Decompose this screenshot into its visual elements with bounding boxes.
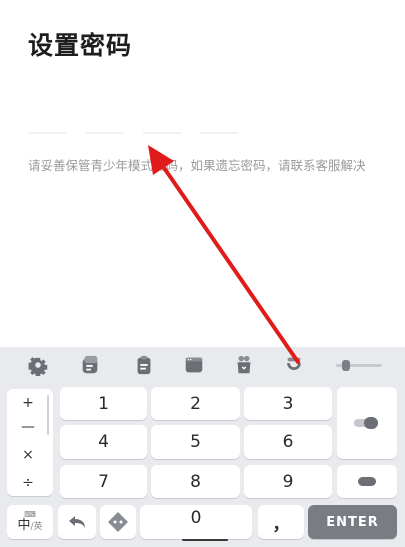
keyboard-toolbar bbox=[0, 347, 405, 383]
enter-key[interactable]: ENTER bbox=[308, 505, 397, 539]
multiply-key[interactable]: × bbox=[7, 447, 49, 463]
bag-icon[interactable] bbox=[232, 353, 256, 377]
symbol-column: + — × ÷ bbox=[7, 389, 53, 496]
arrow-shaft bbox=[158, 160, 300, 364]
space-key-right[interactable] bbox=[337, 465, 397, 498]
comma-key[interactable]: ， bbox=[258, 505, 304, 539]
clipboard-icon[interactable] bbox=[132, 353, 156, 377]
keyboard-layout-icon[interactable] bbox=[182, 353, 206, 377]
key-9[interactable]: 9 bbox=[244, 465, 332, 498]
emoji-key[interactable] bbox=[100, 505, 136, 539]
page-title: 设置密码 bbox=[28, 31, 133, 60]
pin-slot-1[interactable] bbox=[28, 132, 66, 134]
space-indicator bbox=[182, 539, 228, 541]
key-1[interactable]: 1 bbox=[60, 387, 147, 420]
undo-key[interactable] bbox=[58, 505, 96, 539]
key-4[interactable]: 4 bbox=[60, 425, 147, 459]
key-7[interactable]: 7 bbox=[60, 465, 147, 498]
minus-key[interactable]: — bbox=[7, 419, 49, 435]
pin-slot-4[interactable] bbox=[200, 132, 238, 134]
emoji-icon bbox=[108, 512, 128, 532]
lang-alt-label: 英 bbox=[33, 521, 43, 532]
settings-gear-icon[interactable] bbox=[26, 353, 50, 377]
sticker-icon[interactable] bbox=[78, 353, 102, 377]
pin-slot-3[interactable] bbox=[143, 132, 181, 134]
numeric-keyboard: + — × ÷ 1 2 3 4 5 6 7 8 9 ⌨ 中/英 0 ， ENTE… bbox=[0, 347, 405, 547]
key-3[interactable]: 3 bbox=[244, 387, 332, 420]
space-icon bbox=[358, 477, 376, 486]
swipe-icon[interactable] bbox=[282, 353, 306, 377]
keyboard-slider-knob[interactable] bbox=[342, 360, 350, 371]
delete-key[interactable] bbox=[337, 387, 397, 459]
password-hint: 请妥善保管青少年模式密码，如果遗忘密码，请联系客服解决 bbox=[28, 158, 366, 173]
undo-icon bbox=[69, 516, 85, 528]
language-switch-key[interactable]: ⌨ 中/英 bbox=[7, 505, 53, 539]
plus-key[interactable]: + bbox=[7, 395, 49, 411]
key-8[interactable]: 8 bbox=[151, 465, 240, 498]
lang-main-label: 中 bbox=[17, 517, 31, 533]
key-6[interactable]: 6 bbox=[244, 425, 332, 459]
key-5[interactable]: 5 bbox=[151, 425, 240, 459]
pin-input[interactable] bbox=[28, 132, 243, 136]
zero-key[interactable]: 0 bbox=[140, 505, 252, 539]
key-2[interactable]: 2 bbox=[151, 387, 240, 420]
delete-icon bbox=[354, 417, 380, 429]
pin-slot-2[interactable] bbox=[86, 132, 124, 134]
divide-key[interactable]: ÷ bbox=[7, 475, 49, 491]
